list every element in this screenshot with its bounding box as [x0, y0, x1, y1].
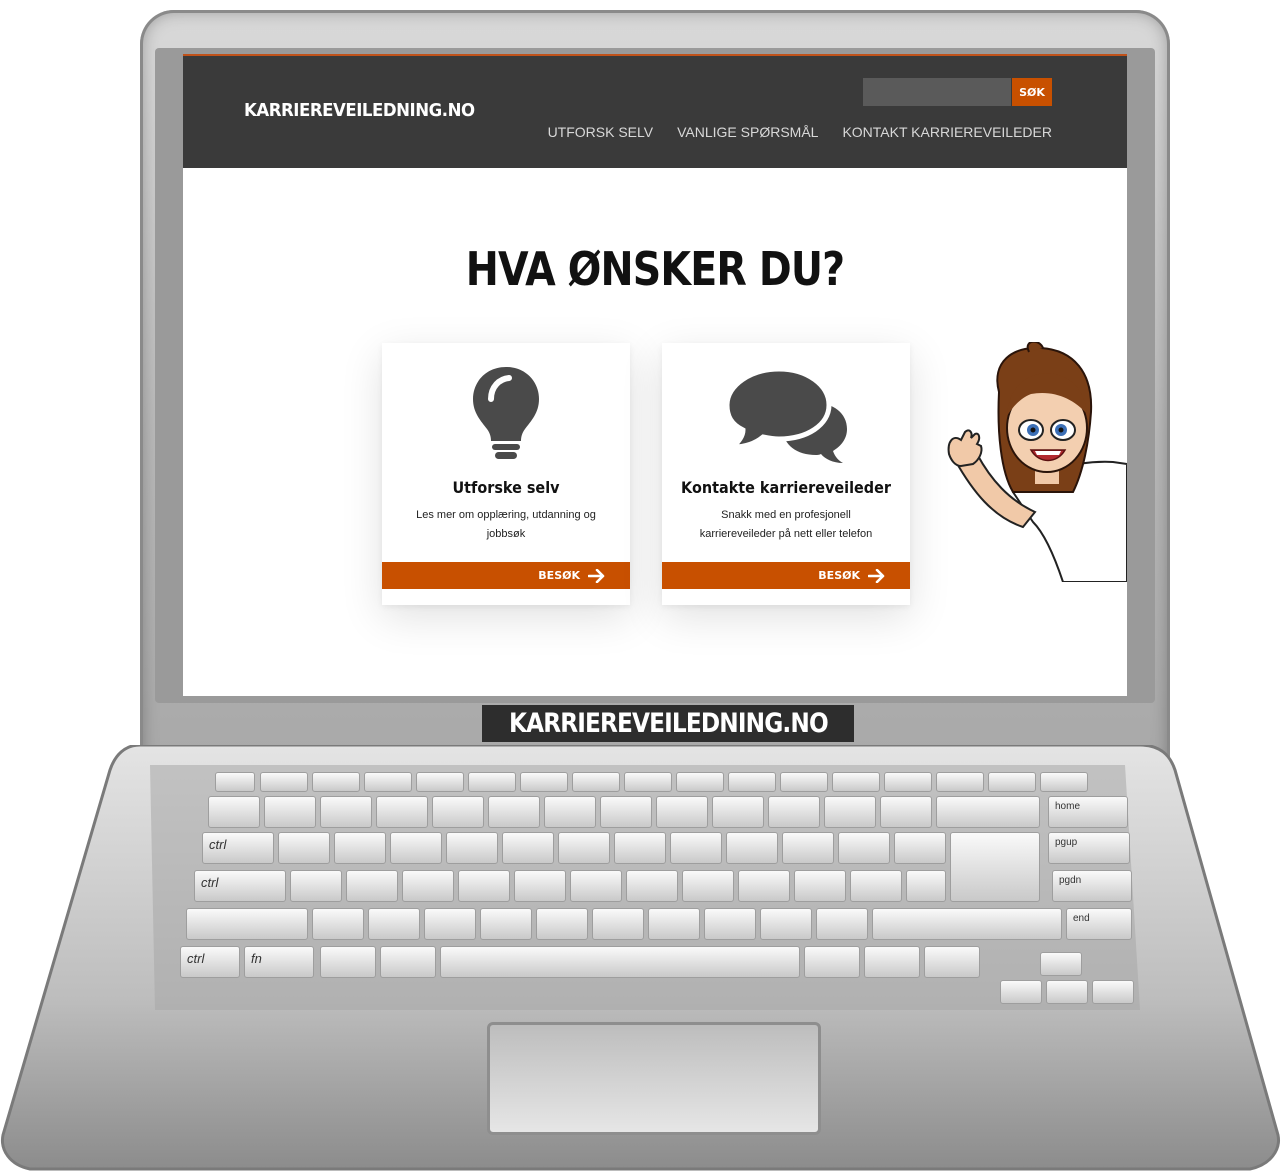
chat-bubbles-icon [662, 367, 910, 465]
key-end: end [1066, 908, 1132, 940]
page-headline: HVA ØNSKER DU? [465, 242, 845, 296]
card-utforske-selv: Utforske selv Les mer om opplæring, utda… [382, 343, 630, 605]
card-title: Kontakte karriereveileder [681, 478, 891, 497]
key-pgup: pgup [1048, 832, 1130, 864]
touchpad [487, 1022, 821, 1135]
keyboard: home ctrl pgup ctrl pgdn end ctrl fn [160, 770, 1135, 1005]
card-kontakte-karriereveileder: Kontakte karriereveileder Snakk med en p… [662, 343, 910, 605]
lightbulb-icon [382, 365, 630, 461]
nav-item-utforsk-selv[interactable]: UTFORSK SELV [548, 124, 654, 140]
search-button[interactable]: SØK [1012, 78, 1052, 106]
key-ctrl: ctrl [202, 832, 274, 864]
main-nav: UTFORSK SELV VANLIGE SPØRSMÅL KONTAKT KA… [548, 124, 1052, 140]
site-logo[interactable]: KARRIEREVEILEDNING.NO [244, 100, 475, 121]
visit-button[interactable]: BESØK [382, 562, 630, 589]
visit-label: BESØK [538, 569, 580, 582]
visit-label: BESØK [818, 569, 860, 582]
key-ctrl: ctrl [194, 870, 286, 902]
key-ctrl: ctrl [180, 946, 240, 978]
key-pgdn: pgdn [1052, 870, 1132, 902]
caption-text: KARRIEREVEILEDNING.NO [508, 708, 829, 739]
search-input[interactable] [863, 78, 1011, 106]
key-home: home [1048, 796, 1128, 828]
browser-screen: KARRIEREVEILEDNING.NO SØK UTFORSK SELV V… [183, 54, 1127, 696]
caption-banner: KARRIEREVEILEDNING.NO [482, 705, 854, 742]
card-description: Les mer om opplæring, utdanning og jobbs… [416, 509, 596, 540]
arrow-right-icon [868, 568, 885, 583]
waving-avatar [943, 340, 1127, 587]
card-description: Snakk med en profesjonell karriereveiled… [699, 509, 873, 540]
key-fn: fn [244, 946, 314, 978]
nav-item-vanlige-sporsmal[interactable]: VANLIGE SPØRSMÅL [677, 124, 818, 140]
card-title: Utforske selv [452, 478, 560, 497]
site-header: KARRIEREVEILEDNING.NO SØK UTFORSK SELV V… [183, 54, 1127, 168]
arrow-right-icon [588, 568, 605, 583]
visit-button[interactable]: BESØK [662, 562, 910, 589]
nav-item-kontakt[interactable]: KONTAKT KARRIEREVEILEDER [842, 124, 1052, 140]
